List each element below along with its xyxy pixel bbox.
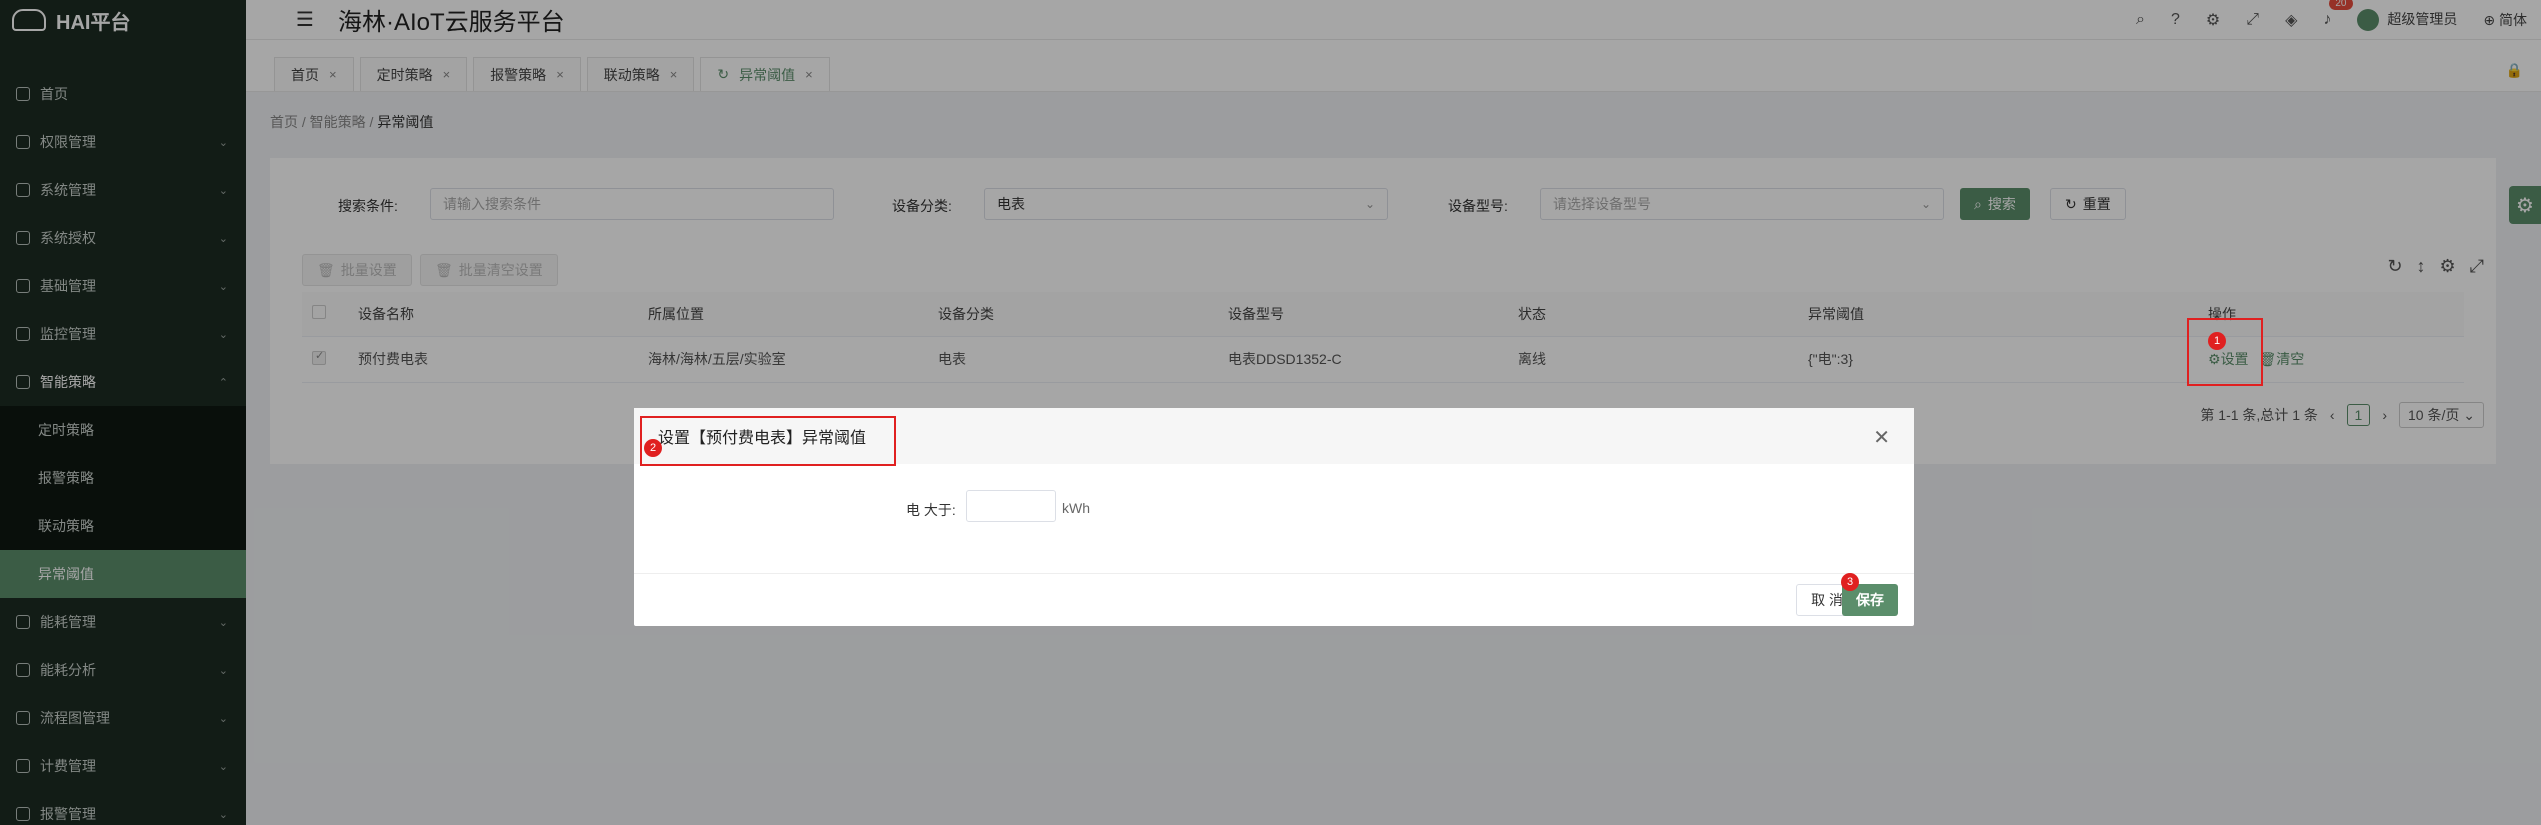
step-marker-1: 1 xyxy=(2208,332,2226,350)
dialog-body: 电 大于: kWh xyxy=(634,464,1914,574)
highlight-dialog-title xyxy=(640,416,896,466)
highlight-set-action xyxy=(2187,318,2263,386)
close-icon[interactable]: ✕ xyxy=(1873,425,1890,450)
dialog-footer: 取 消 保存 xyxy=(634,574,1914,626)
threshold-input[interactable] xyxy=(966,490,1056,522)
threshold-field-label: 电 大于: xyxy=(906,502,956,518)
step-marker-2: 2 xyxy=(644,439,662,457)
step-marker-3: 3 xyxy=(1841,573,1859,591)
threshold-unit: kWh xyxy=(1062,500,1090,516)
